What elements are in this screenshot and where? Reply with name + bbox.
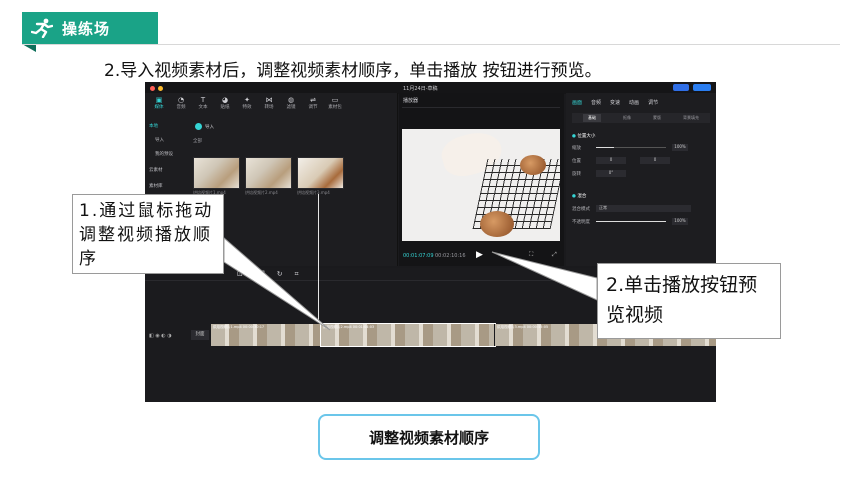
drag-callout: 1.通过鼠标拖动调整视频播放顺序 <box>72 194 224 274</box>
figure-caption: 调整视频素材顺序 <box>318 414 540 460</box>
callout2-pointer <box>491 251 598 301</box>
play-callout: 2.单击播放按钮预览视频 <box>597 263 781 339</box>
callout1-pointer <box>223 236 331 331</box>
